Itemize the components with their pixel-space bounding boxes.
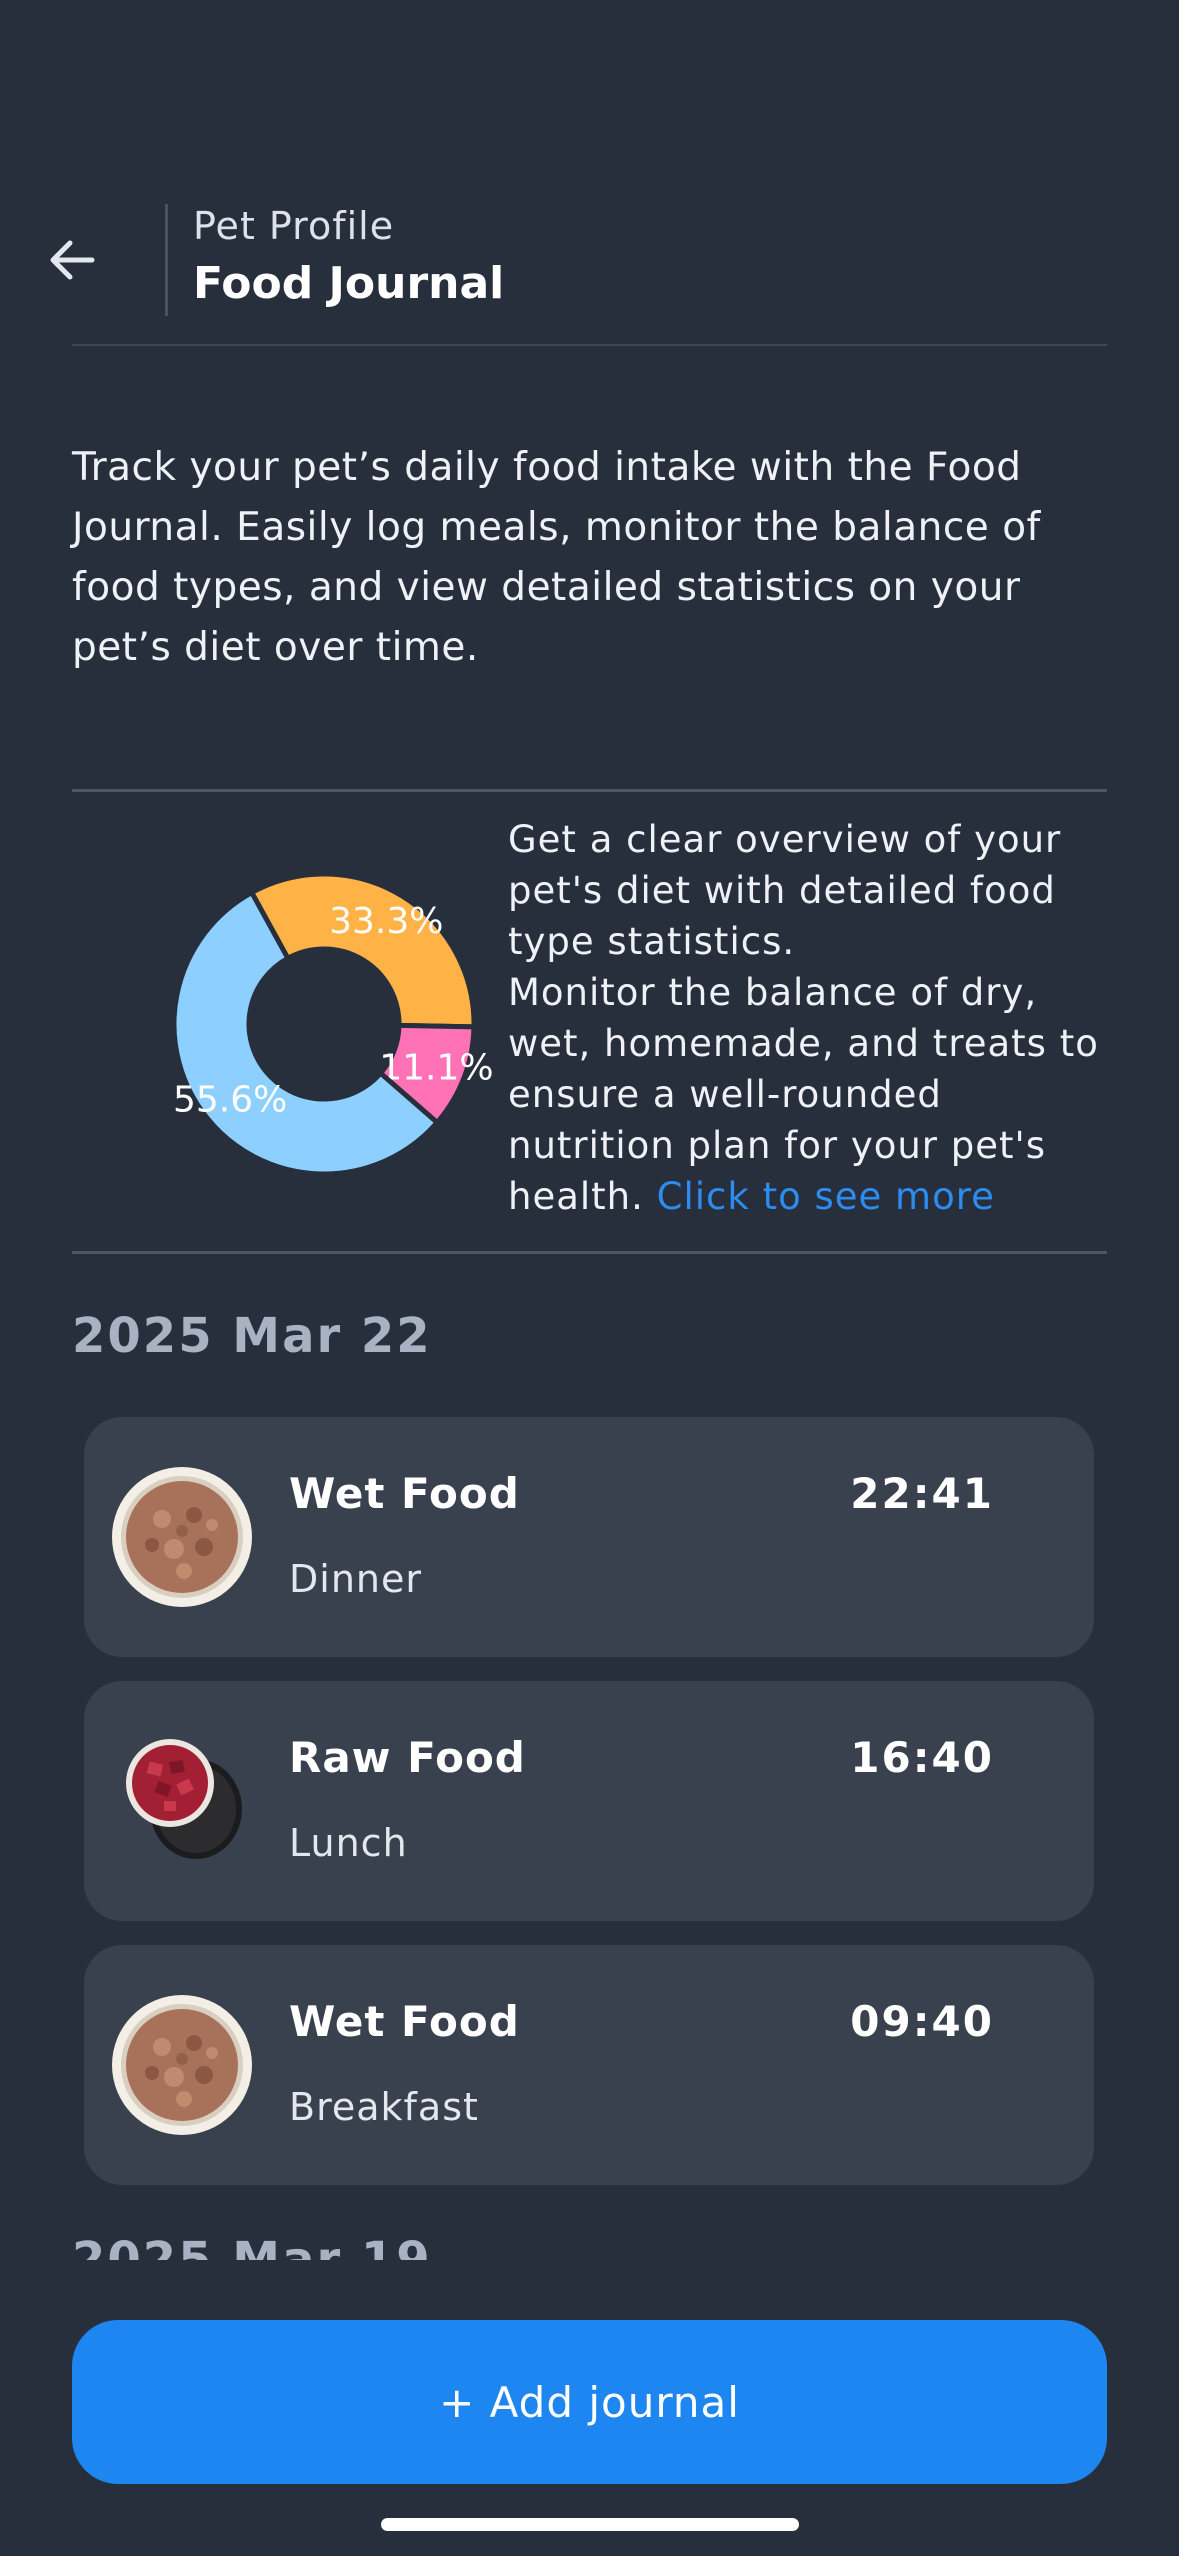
stats-description: Get a clear overview of your pet's diet … xyxy=(508,814,1108,1222)
stats-section: 33.3% 11.1% 55.6% Get a clear overview of … xyxy=(72,789,1107,1254)
donut-slice-label: 55.6% xyxy=(173,1080,287,1121)
entry-time: 09:40 xyxy=(850,1997,994,2046)
entry-meal: Dinner xyxy=(289,1557,422,1601)
raw-food-bowl-icon xyxy=(126,1739,242,1859)
entry-meal: Breakfast xyxy=(289,2085,479,2129)
see-more-link[interactable]: Click to see more xyxy=(657,1175,995,1218)
donut-slice-label: 33.3% xyxy=(329,901,443,942)
home-indicator xyxy=(381,2518,799,2531)
arrow-left-icon xyxy=(50,240,95,280)
wet-food-bowl-icon xyxy=(112,1467,252,1607)
header-divider xyxy=(165,204,168,316)
back-button[interactable] xyxy=(40,228,104,292)
entry-food-type: Raw Food xyxy=(289,1733,526,1782)
entry-time: 16:40 xyxy=(850,1733,994,1782)
header: Pet Profile Food Journal xyxy=(0,0,1179,348)
entry-food-type: Wet Food xyxy=(289,1997,520,2046)
add-journal-button[interactable]: + Add journal xyxy=(72,2320,1107,2484)
journal-entry[interactable]: Wet Food Breakfast 09:40 xyxy=(84,1945,1094,2185)
header-separator xyxy=(72,344,1107,346)
journal-entry[interactable]: Raw Food Lunch 16:40 xyxy=(84,1681,1094,1921)
entry-meal: Lunch xyxy=(289,1821,408,1865)
header-subtitle: Pet Profile xyxy=(193,204,395,248)
wet-food-bowl-icon xyxy=(112,1995,252,2135)
stats-description-text: Get a clear overview of your pet's diet … xyxy=(508,818,1099,1218)
diet-donut-chart[interactable]: 33.3% 11.1% 55.6% xyxy=(124,824,524,1224)
entry-time: 22:41 xyxy=(850,1469,994,1518)
entry-food-type: Wet Food xyxy=(289,1469,520,1518)
next-date-label: 2025 Mar 19 xyxy=(72,2236,472,2260)
journal-date-header: 2025 Mar 22 xyxy=(72,1308,432,1364)
intro-text: Track your pet’s daily food intake with … xyxy=(72,445,1041,670)
donut-slice-label: 11.1% xyxy=(379,1047,493,1088)
page-title: Food Journal xyxy=(193,258,505,309)
next-date-header: 2025 Mar 19 xyxy=(72,2236,472,2260)
journal-entry[interactable]: Wet Food Dinner 22:41 xyxy=(84,1417,1094,1657)
